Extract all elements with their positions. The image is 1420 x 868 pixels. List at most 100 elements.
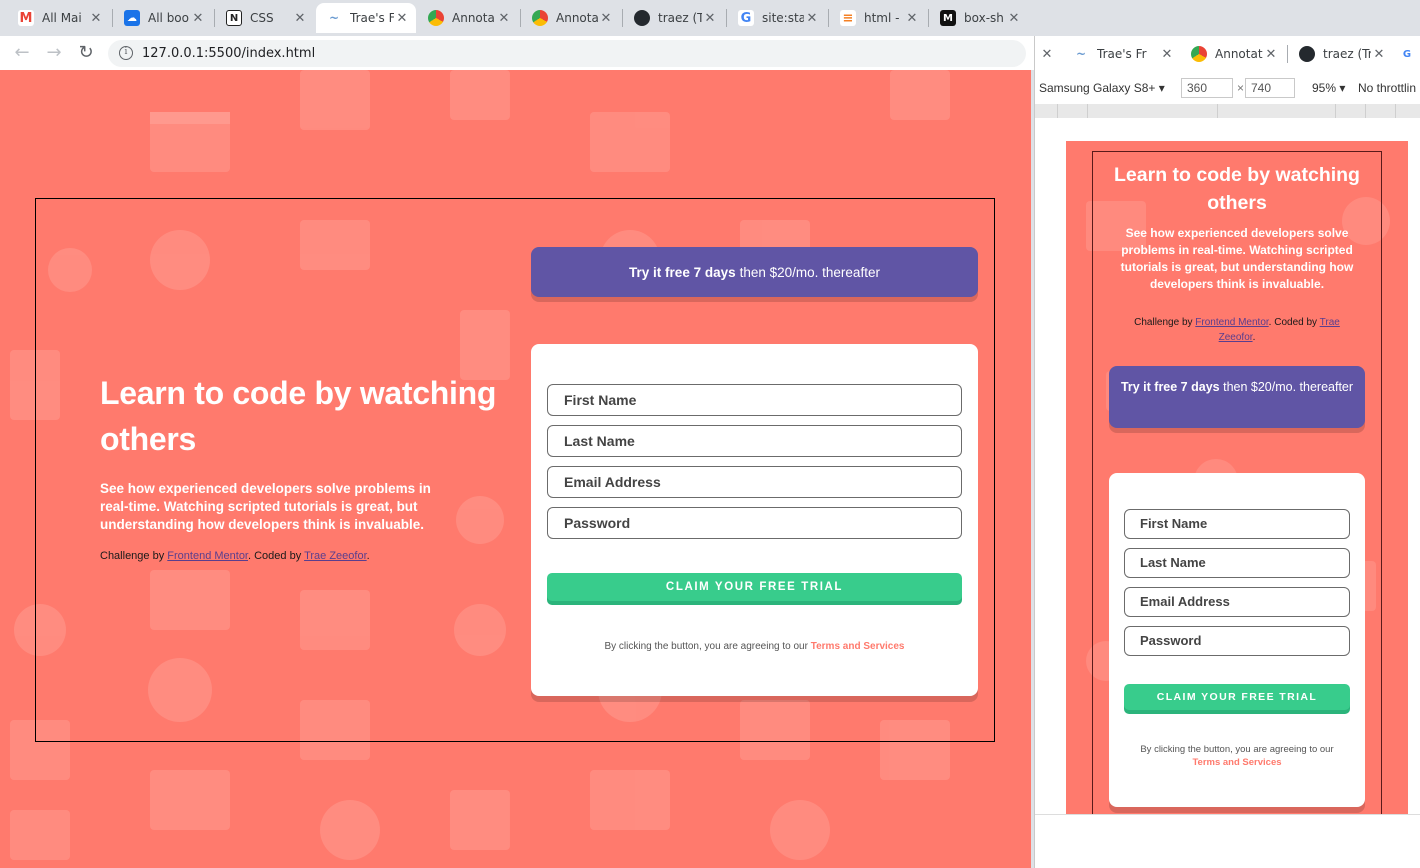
tab-title: html - ( <box>864 11 904 25</box>
tab-title: traez (T <box>658 11 702 25</box>
first-name-field[interactable]: First Name <box>1124 509 1350 539</box>
stackoverflow-icon: ≡ <box>840 10 856 26</box>
browser-tab[interactable]: ≡ html - ( ✕ <box>830 3 926 33</box>
close-icon[interactable]: ✕ <box>904 11 920 26</box>
close-icon[interactable]: ✕ <box>292 11 308 26</box>
mobile-trial-banner: Try it free 7 days then $20/mo. thereaft… <box>1109 366 1365 428</box>
tab-title: Annota <box>556 11 598 25</box>
terms-text: By clicking the button, you are agreeing… <box>531 641 978 652</box>
terms-text: By clicking the button, you are agreeing… <box>1129 743 1345 769</box>
devtools-bottom-area <box>1035 814 1420 868</box>
mobile-signup-form: First Name Last Name Email Address Passw… <box>1109 473 1365 807</box>
close-icon[interactable]: ✕ <box>1159 47 1175 62</box>
browser-toolbar: ← → ↻ i 127.0.0.1:5500/index.html <box>0 36 1034 70</box>
tab-title: All Mai <box>42 11 82 25</box>
mobile-preview: Learn to code by watching others See how… <box>1066 141 1408 814</box>
terms-link[interactable]: Terms and Services <box>811 641 905 652</box>
password-field[interactable]: Password <box>547 507 962 539</box>
terms-prefix: By clicking the button, you are agreeing… <box>1140 744 1334 755</box>
chrome-icon <box>1191 46 1207 62</box>
close-icon[interactable]: ✕ <box>190 11 206 26</box>
tab-title: Annotate <box>1215 47 1263 61</box>
credit-prefix: Challenge by <box>100 550 168 562</box>
browser-tab[interactable]: Annotate ✕ <box>1181 39 1285 69</box>
forward-icon[interactable]: → <box>42 41 66 65</box>
mobile-attribution: Challenge by Frontend Mentor. Coded by T… <box>1116 315 1358 345</box>
last-name-field[interactable]: Last Name <box>547 425 962 457</box>
reload-icon[interactable]: ↻ <box>74 41 98 65</box>
last-name-field[interactable]: Last Name <box>1124 548 1350 578</box>
google-icon: G <box>738 10 754 26</box>
close-icon[interactable]: ✕ <box>1371 47 1387 62</box>
device-height-input[interactable]: 740 <box>1245 78 1295 98</box>
close-icon[interactable]: ✕ <box>88 11 104 26</box>
credit-mid: . Coded by <box>1268 317 1320 328</box>
browser-tab[interactable]: M box-sh ✕ <box>930 3 1028 33</box>
browser-tab-active[interactable]: ~ Trae's F ✕ <box>316 3 416 33</box>
close-icon[interactable]: ✕ <box>804 11 820 26</box>
github-icon <box>634 10 650 26</box>
url-text: 127.0.0.1:5500/index.html <box>142 46 316 61</box>
email-field[interactable]: Email Address <box>1124 587 1350 617</box>
trial-banner: Try it free 7 days then $20/mo. thereaft… <box>531 247 978 297</box>
close-icon[interactable]: ✕ <box>1263 47 1279 62</box>
address-bar[interactable]: i 127.0.0.1:5500/index.html <box>108 40 1026 67</box>
tab-title: site:sta <box>762 11 804 25</box>
page-title: Learn to code by watching others <box>100 375 497 457</box>
browser-tab[interactable]: ☁ All boo ✕ <box>114 3 212 33</box>
info-icon[interactable]: i <box>119 46 133 60</box>
browser-tab[interactable]: G site:sta ✕ <box>728 3 826 33</box>
device-select[interactable]: Samsung Galaxy S8+ ▾ <box>1039 81 1165 95</box>
browser-tab[interactable]: M All Mai ✕ <box>8 3 110 33</box>
browser-tab-active[interactable]: ~ Trae's Fr ✕ <box>1063 39 1181 69</box>
claim-trial-button[interactable]: CLAIM YOUR FREE TRIAL <box>547 573 962 601</box>
tab-title: Trae's F <box>350 11 394 25</box>
back-icon[interactable]: ← <box>10 41 34 65</box>
browser-tab[interactable]: traez (T ✕ <box>624 3 724 33</box>
page-icon: ~ <box>326 10 342 26</box>
claim-trial-button[interactable]: CLAIM YOUR FREE TRIAL <box>1124 684 1350 710</box>
devtools-device-pane: ✕ ~ Trae's Fr ✕ Annotate ✕ traez (Tr ✕ G… <box>1034 36 1420 868</box>
browser-tab[interactable]: N CSS ✕ <box>216 3 314 33</box>
trial-banner-text: then $20/mo. thereafter <box>739 264 880 280</box>
close-icon[interactable]: ✕ <box>496 11 512 26</box>
dimension-x-icon: × <box>1237 81 1245 95</box>
tab-title: box-sh <box>964 11 1004 25</box>
trial-banner-bold: Try it free 7 days <box>629 264 736 280</box>
browser-tab[interactable]: Annota ✕ <box>418 3 518 33</box>
terms-link[interactable]: Terms and Services <box>1192 757 1281 768</box>
device-name: Samsung Galaxy S8+ <box>1039 81 1156 95</box>
frontend-mentor-link[interactable]: Frontend Mentor <box>1195 317 1268 328</box>
frontend-mentor-link[interactable]: Frontend Mentor <box>167 550 248 562</box>
medium-icon: M <box>940 10 956 26</box>
gmail-icon: M <box>18 10 34 26</box>
tab-title: traez (Tr <box>1323 47 1371 61</box>
credit-suffix: . <box>366 550 370 562</box>
first-name-field[interactable]: First Name <box>547 384 962 416</box>
close-icon[interactable]: ✕ <box>1006 11 1022 26</box>
page-icon: ~ <box>1073 46 1089 62</box>
tab-title: CSS <box>250 11 274 25</box>
tab-strip: M All Mai ✕ ☁ All boo ✕ N CSS ✕ ~ Trae's… <box>0 0 1420 36</box>
author-link[interactable]: Trae Zeeofor <box>304 550 367 562</box>
chrome-icon <box>428 10 444 26</box>
cloud-icon: ☁ <box>124 10 140 26</box>
throttle-select[interactable]: No throttlin <box>1358 81 1416 95</box>
email-field[interactable]: Email Address <box>547 466 962 498</box>
close-icon[interactable]: ✕ <box>394 11 410 26</box>
browser-tab[interactable]: traez (Tr ✕ <box>1289 39 1393 69</box>
credit-prefix: Challenge by <box>1134 317 1196 328</box>
google-icon[interactable]: G <box>1395 39 1420 69</box>
close-icon[interactable]: ✕ <box>1039 39 1059 69</box>
github-icon <box>1299 46 1315 62</box>
trial-banner-text: then $20/mo. thereafter <box>1223 380 1354 394</box>
password-field[interactable]: Password <box>1124 626 1350 656</box>
tab-title: Trae's Fr <box>1097 47 1147 61</box>
zoom-value: 95% <box>1312 81 1337 95</box>
close-icon[interactable]: ✕ <box>702 11 718 26</box>
page-viewport: Learn to code by watching others See how… <box>0 70 1031 868</box>
close-icon[interactable]: ✕ <box>598 11 614 26</box>
zoom-select[interactable]: 95% ▾ <box>1312 81 1345 95</box>
device-width-input[interactable]: 360 <box>1181 78 1233 98</box>
browser-tab[interactable]: Annota ✕ <box>522 3 620 33</box>
